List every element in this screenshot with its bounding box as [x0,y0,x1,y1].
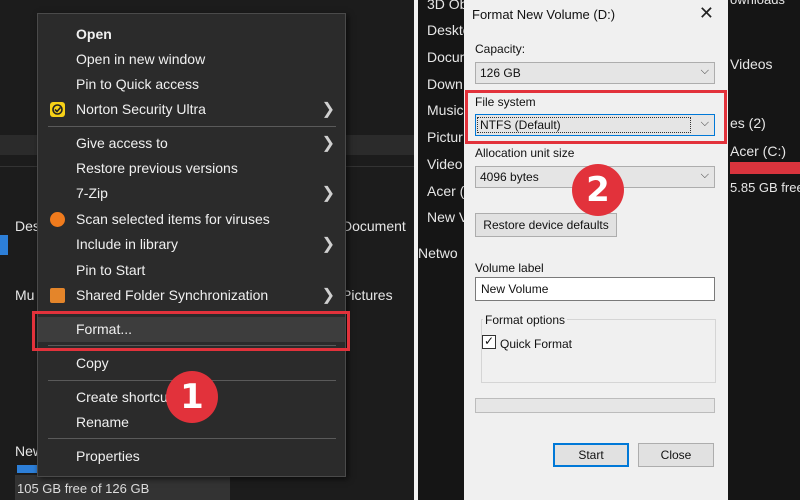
menu-item-label: 7-Zip [76,185,108,201]
bg-label-acer-c: Acer (C:) [730,143,786,159]
step-badge-2: 2 [572,164,624,216]
menu-item-pin-quick-access[interactable]: Pin to Quick access [38,72,345,97]
nav-item-3d-objects[interactable]: 3D Ob [427,0,467,12]
bg-label-acer-free: 5.85 GB free o [730,180,800,195]
nav-item-videos[interactable]: Video [427,156,463,172]
drive-icon [0,235,8,255]
submenu-arrow-icon: ❯ [321,236,335,253]
menu-item-label: Restore previous versions [76,160,238,176]
explorer-left-panel: Des Mu New Document Pictures 105 GB free… [0,0,414,500]
capacity-label: Capacity: [475,42,526,56]
submenu-arrow-icon: ❯ [321,135,335,152]
quick-format-label[interactable]: Quick Format [500,337,572,351]
menu-item-label: Open [76,26,112,42]
allocation-value: 4096 bytes [480,170,539,184]
menu-item-label: Pin to Start [76,262,146,278]
capacity-select[interactable]: 126 GB ⌵ [475,62,715,84]
start-button[interactable]: Start [553,443,629,467]
bg-label-videos: Videos [730,56,773,72]
menu-item-give-access[interactable]: Give access to ❯ [38,131,345,156]
quick-format-checkbox[interactable]: ✓ [482,335,496,349]
nav-item-music[interactable]: Music [427,102,464,118]
menu-item-open-new-window[interactable]: Open in new window [38,47,345,72]
nav-item-network[interactable]: Netwo [418,245,458,261]
drive-c-usage-bar [730,162,800,174]
menu-item-open[interactable]: Open [38,22,345,47]
volume-label-label: Volume label [475,261,544,275]
drive-status-bar: 105 GB free of 126 GB [15,465,230,500]
menu-item-include-library[interactable]: Include in library ❯ [38,232,345,257]
menu-item-label: Include in library [76,236,178,252]
volume-label-input[interactable]: New Volume [475,277,715,301]
nav-item-new-volume[interactable]: New V [427,209,468,225]
sync-icon [50,288,65,303]
menu-item-scan-viruses[interactable]: Scan selected items for viruses [38,207,345,232]
volume-label-value: New Volume [481,282,549,296]
menu-separator [48,438,336,439]
chevron-down-icon: ⌵ [700,169,709,181]
bg-label-pictures: Pictures [342,287,393,303]
format-dialog: Format New Volume (D:) ✕ Capacity: 126 G… [464,0,728,500]
restore-defaults-button[interactable]: Restore device defaults [475,213,617,237]
file-system-highlight-box [465,90,727,144]
menu-item-label: Rename [76,414,129,430]
capacity-value: 126 GB [480,66,521,80]
menu-item-label: Properties [76,448,140,464]
menu-item-pin-start[interactable]: Pin to Start [38,258,345,283]
menu-item-label: Copy [76,355,109,371]
close-icon[interactable]: ✕ [699,3,714,24]
step-badge-1: 1 [166,371,218,423]
dialog-title: Format New Volume (D:) [472,7,616,22]
nav-item-pictures[interactable]: Pictur [427,129,463,145]
nav-item-acer[interactable]: Acer ( [427,183,464,199]
submenu-arrow-icon: ❯ [321,101,335,118]
menu-item-label: Norton Security Ultra [76,101,206,117]
menu-separator [48,126,336,127]
menu-item-7zip[interactable]: 7-Zip ❯ [38,181,345,206]
format-highlight-box [32,311,350,351]
format-options-group [481,319,716,383]
menu-item-label: Scan selected items for viruses [76,211,270,227]
nav-item-downloads[interactable]: Down [427,76,463,92]
format-options-label: Format options [483,313,568,327]
menu-item-restore-versions[interactable]: Restore previous versions [38,156,345,181]
menu-item-label: Create shortcut [76,389,172,405]
close-button[interactable]: Close [638,443,714,467]
menu-item-label: Open in new window [76,51,206,67]
menu-item-shared-folder-sync[interactable]: Shared Folder Synchronization ❯ [38,283,345,308]
submenu-arrow-icon: ❯ [321,287,335,304]
menu-item-label: Give access to [76,135,168,151]
menu-item-properties[interactable]: Properties [38,444,345,469]
allocation-label: Allocation unit size [475,146,575,160]
chevron-down-icon: ⌵ [700,65,709,77]
bg-label-documents: Document [342,218,406,234]
avast-icon [50,212,65,227]
drive-free-space: 105 GB free of 126 GB [17,481,150,496]
bg-label-music: Mu [15,287,35,303]
bg-label-downloads: ownloads [730,0,785,7]
bg-label-devices: es (2) [730,115,766,131]
menu-item-label: Shared Folder Synchronization [76,287,269,303]
menu-item-label: Pin to Quick access [76,76,199,92]
format-progress-bar [475,398,715,413]
menu-item-norton[interactable]: Norton Security Ultra ❯ [38,97,345,122]
norton-icon [50,102,65,117]
submenu-arrow-icon: ❯ [321,185,335,202]
